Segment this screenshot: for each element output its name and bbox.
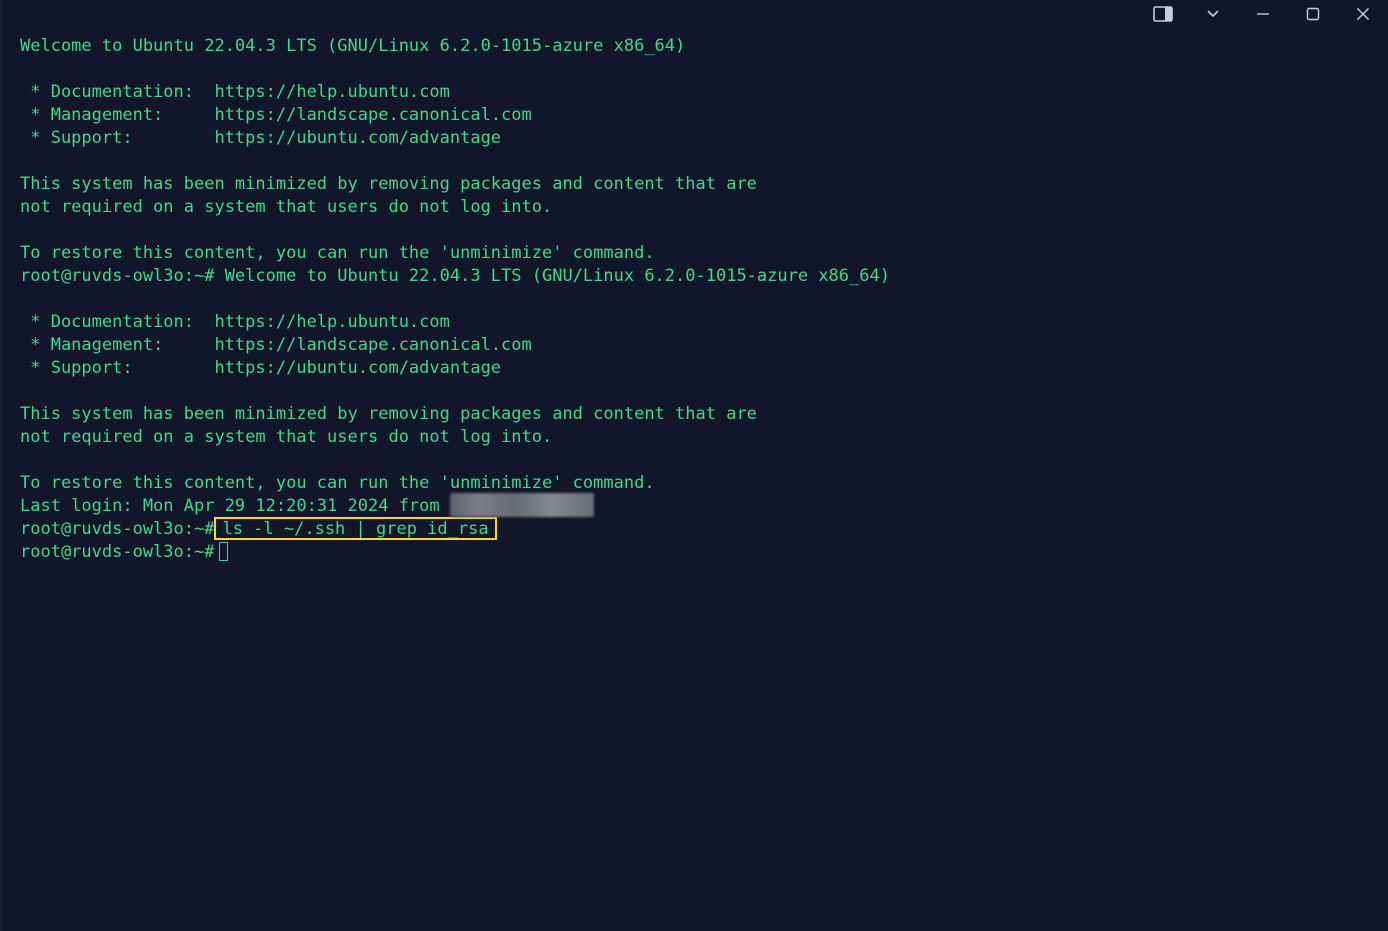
- highlighted-command: ls -l ~/.ssh | grep id_rsa: [214, 517, 497, 540]
- text-cursor: [219, 541, 229, 561]
- maximize-icon: [1306, 7, 1320, 21]
- terminal-line: To restore this content, you can run the…: [20, 473, 655, 493]
- terminal-line: not required on a system that users do n…: [20, 427, 553, 447]
- last-login-line: Last login: Mon Apr 29 12:20:31 2024 fro…: [20, 492, 1378, 518]
- panel-toggle-icon: [1153, 6, 1173, 22]
- terminal-line: * Support: https://ubuntu.com/advantage: [20, 128, 502, 148]
- terminal-line: * Support: https://ubuntu.com/advantage: [20, 358, 502, 378]
- minimize-button[interactable]: [1238, 0, 1288, 28]
- shell-prompt: root@ruvds-owl3o:~#: [20, 542, 215, 562]
- terminal-line: This system has been minimized by removi…: [20, 404, 757, 424]
- terminal-line: root@ruvds-owl3o:~# Welcome to Ubuntu 22…: [20, 266, 890, 286]
- close-icon: [1356, 7, 1370, 21]
- maximize-button[interactable]: [1288, 0, 1338, 28]
- terminal-line: This system has been minimized by removi…: [20, 174, 757, 194]
- last-login-text: Last login: Mon Apr 29 12:20:31 2024 fro…: [20, 496, 450, 516]
- active-prompt-line[interactable]: root@ruvds-owl3o:~#: [20, 541, 1378, 564]
- terminal-line: not required on a system that users do n…: [20, 197, 553, 217]
- terminal-line: Welcome to Ubuntu 22.04.3 LTS (GNU/Linux…: [20, 36, 686, 56]
- dropdown-button[interactable]: [1188, 0, 1238, 28]
- window-left-edge: [0, 0, 3, 931]
- panel-toggle-button[interactable]: [1138, 0, 1188, 28]
- chevron-down-icon: [1206, 9, 1220, 19]
- redacted-ip-address: [449, 492, 594, 517]
- command-line: root@ruvds-owl3o:~# ls -l ~/.ssh | grep i…: [20, 517, 1378, 541]
- title-bar: [1138, 0, 1388, 28]
- shell-prompt: root@ruvds-owl3o:~#: [20, 519, 215, 539]
- terminal-line: * Documentation: https://help.ubuntu.com: [20, 312, 450, 332]
- terminal-line: To restore this content, you can run the…: [20, 243, 655, 263]
- close-button[interactable]: [1338, 0, 1388, 28]
- terminal-line: * Documentation: https://help.ubuntu.com: [20, 82, 450, 102]
- terminal-line: * Management: https://landscape.canonica…: [20, 335, 532, 355]
- terminal-output[interactable]: Welcome to Ubuntu 22.04.3 LTS (GNU/Linux…: [20, 35, 1378, 564]
- minimize-icon: [1256, 9, 1270, 19]
- terminal-line: * Management: https://landscape.canonica…: [20, 105, 532, 125]
